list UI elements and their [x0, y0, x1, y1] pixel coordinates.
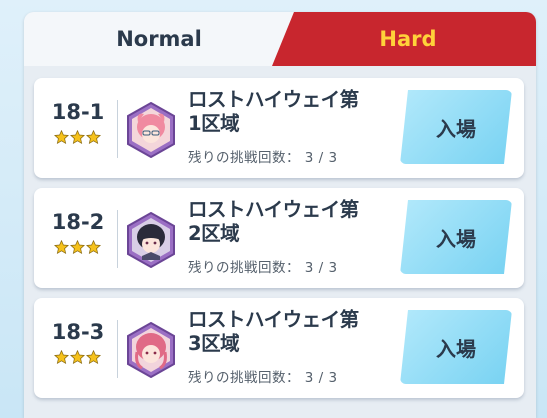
star-icon	[86, 240, 101, 254]
stage-number: 18-2	[51, 210, 105, 234]
star-rating	[54, 240, 101, 254]
star-icon	[70, 350, 85, 364]
stage-title-line2: 1区域	[188, 112, 240, 135]
star-rating	[54, 350, 101, 364]
enter-button[interactable]: 入場	[400, 310, 512, 384]
star-icon	[70, 240, 85, 254]
stage-title-line1: ロストハイウェイ第	[188, 198, 359, 221]
stage-title: ロストハイウェイ第 3区域	[188, 308, 398, 356]
remaining-attempts: 残りの挑戦回数： 3 / 3	[188, 150, 338, 166]
tab-hard[interactable]: Hard	[272, 12, 536, 66]
enter-button[interactable]: 入場	[400, 200, 512, 274]
stage-title-line2: 2区域	[188, 222, 240, 245]
star-rating	[54, 130, 101, 144]
star-icon	[54, 130, 69, 144]
star-icon	[86, 350, 101, 364]
tab-normal[interactable]: Normal	[24, 12, 294, 66]
stage-title: ロストハイウェイ第 1区域	[188, 88, 398, 136]
remaining-attempts: 残りの挑戦回数： 3 / 3	[188, 370, 338, 386]
boss-portrait-icon	[127, 212, 175, 268]
stage-number: 18-3	[51, 320, 105, 344]
stage-title-line1: ロストハイウェイ第	[188, 308, 359, 331]
divider	[117, 100, 118, 158]
star-icon	[86, 130, 101, 144]
star-icon	[54, 350, 69, 364]
remaining-attempts: 残りの挑戦回数： 3 / 3	[188, 260, 338, 276]
divider	[117, 320, 118, 378]
stage-title-line1: ロストハイウェイ第	[188, 88, 359, 111]
boss-portrait-icon	[127, 102, 175, 158]
boss-portrait-icon	[127, 322, 175, 378]
star-icon	[70, 130, 85, 144]
quest-panel: Normal Hard 18-1 ロストハイウェイ第 1区域 残りの挑戦回数： …	[24, 12, 536, 418]
star-icon	[54, 240, 69, 254]
stage-title: ロストハイウェイ第 2区域	[188, 198, 398, 246]
divider	[117, 210, 118, 268]
stage-card: 18-1 ロストハイウェイ第 1区域 残りの挑戦回数： 3 / 3 入場	[34, 78, 524, 178]
stage-card: 18-2 ロストハイウェイ第 2区域 残りの挑戦回数： 3 / 3 入場	[34, 188, 524, 288]
stage-card: 18-3 ロストハイウェイ第 3区域 残りの挑戦回数： 3 / 3 入場	[34, 298, 524, 398]
stage-number: 18-1	[51, 100, 105, 124]
difficulty-tabs: Normal Hard	[24, 12, 536, 66]
enter-button[interactable]: 入場	[400, 90, 512, 164]
stage-title-line2: 3区域	[188, 332, 240, 355]
